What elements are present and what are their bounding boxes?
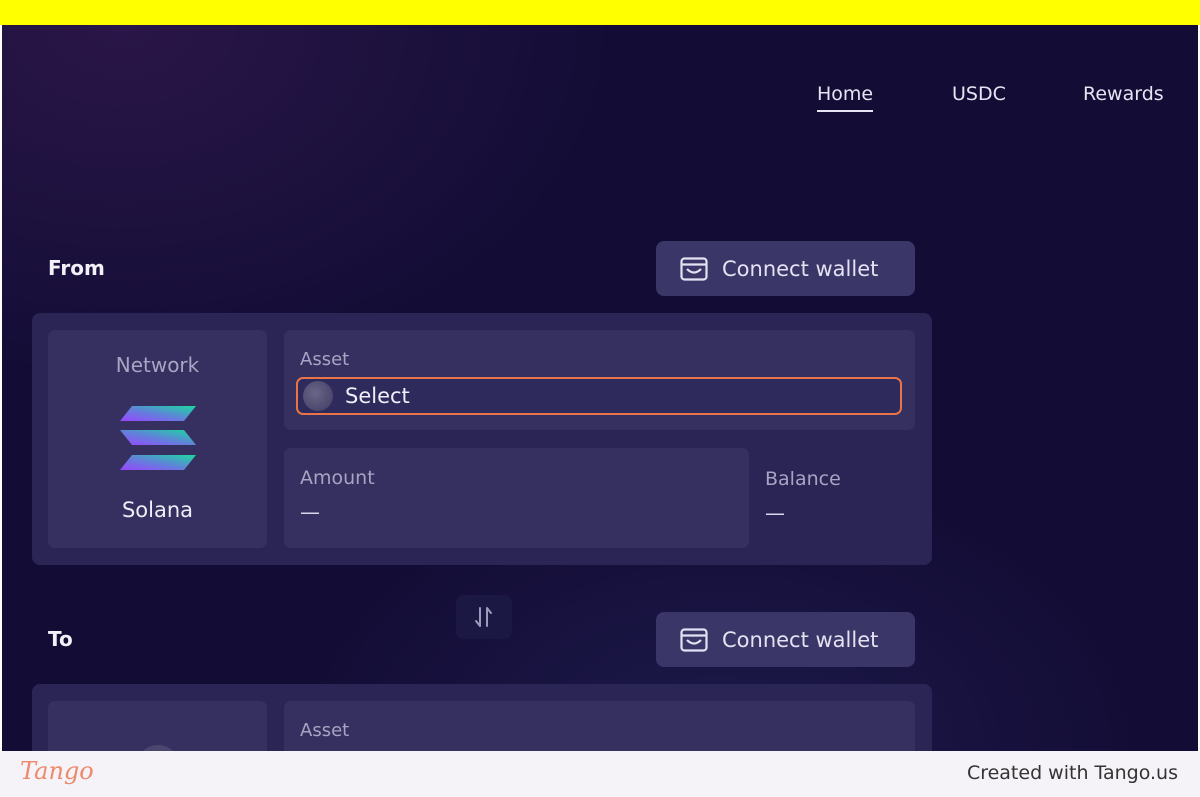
to-connect-wallet-label: Connect wallet: [722, 627, 879, 652]
wallet-icon: [680, 627, 708, 652]
network-name: Solana: [121, 498, 194, 522]
balance-value: —: [765, 501, 785, 525]
amount-label: Amount: [300, 467, 375, 489]
from-title: From: [48, 256, 105, 280]
from-connect-wallet-label: Connect wallet: [722, 256, 879, 281]
from-connect-wallet-button[interactable]: Connect wallet: [656, 241, 915, 296]
nav-rewards[interactable]: Rewards: [1083, 83, 1164, 105]
footer-credit: Created with Tango.us: [966, 762, 1178, 784]
to-asset-panel[interactable]: Asset: [284, 701, 915, 751]
to-network-panel[interactable]: [48, 701, 267, 751]
to-connect-wallet-button[interactable]: Connect wallet: [656, 612, 915, 667]
asset-placeholder-icon: [303, 381, 333, 411]
swap-direction-button[interactable]: [456, 595, 512, 639]
network-label: Network: [115, 353, 200, 377]
bridge-app: Home USDC Rewards From Connect wallet Ne…: [2, 25, 1198, 751]
nav-home[interactable]: Home: [817, 83, 874, 112]
asset-select[interactable]: Select: [296, 377, 902, 415]
from-amount-panel[interactable]: Amount —: [284, 448, 749, 548]
asset-select-label: Select: [345, 384, 410, 408]
to-asset-label: Asset: [300, 720, 350, 741]
amount-value: —: [300, 500, 320, 524]
wallet-icon: [680, 256, 708, 281]
tango-footer: Tango Created with Tango.us: [0, 751, 1200, 797]
tango-logo: Tango: [20, 757, 94, 785]
swap-arrows-icon: [475, 607, 492, 627]
asset-label: Asset: [300, 349, 350, 370]
balance-label: Balance: [765, 468, 841, 490]
nav-usdc[interactable]: USDC: [952, 83, 1006, 105]
to-title: To: [48, 627, 73, 651]
top-highlight-bar: [0, 0, 1200, 25]
from-network-panel[interactable]: Network Solana: [48, 330, 267, 548]
solana-logo-icon: [120, 406, 196, 470]
